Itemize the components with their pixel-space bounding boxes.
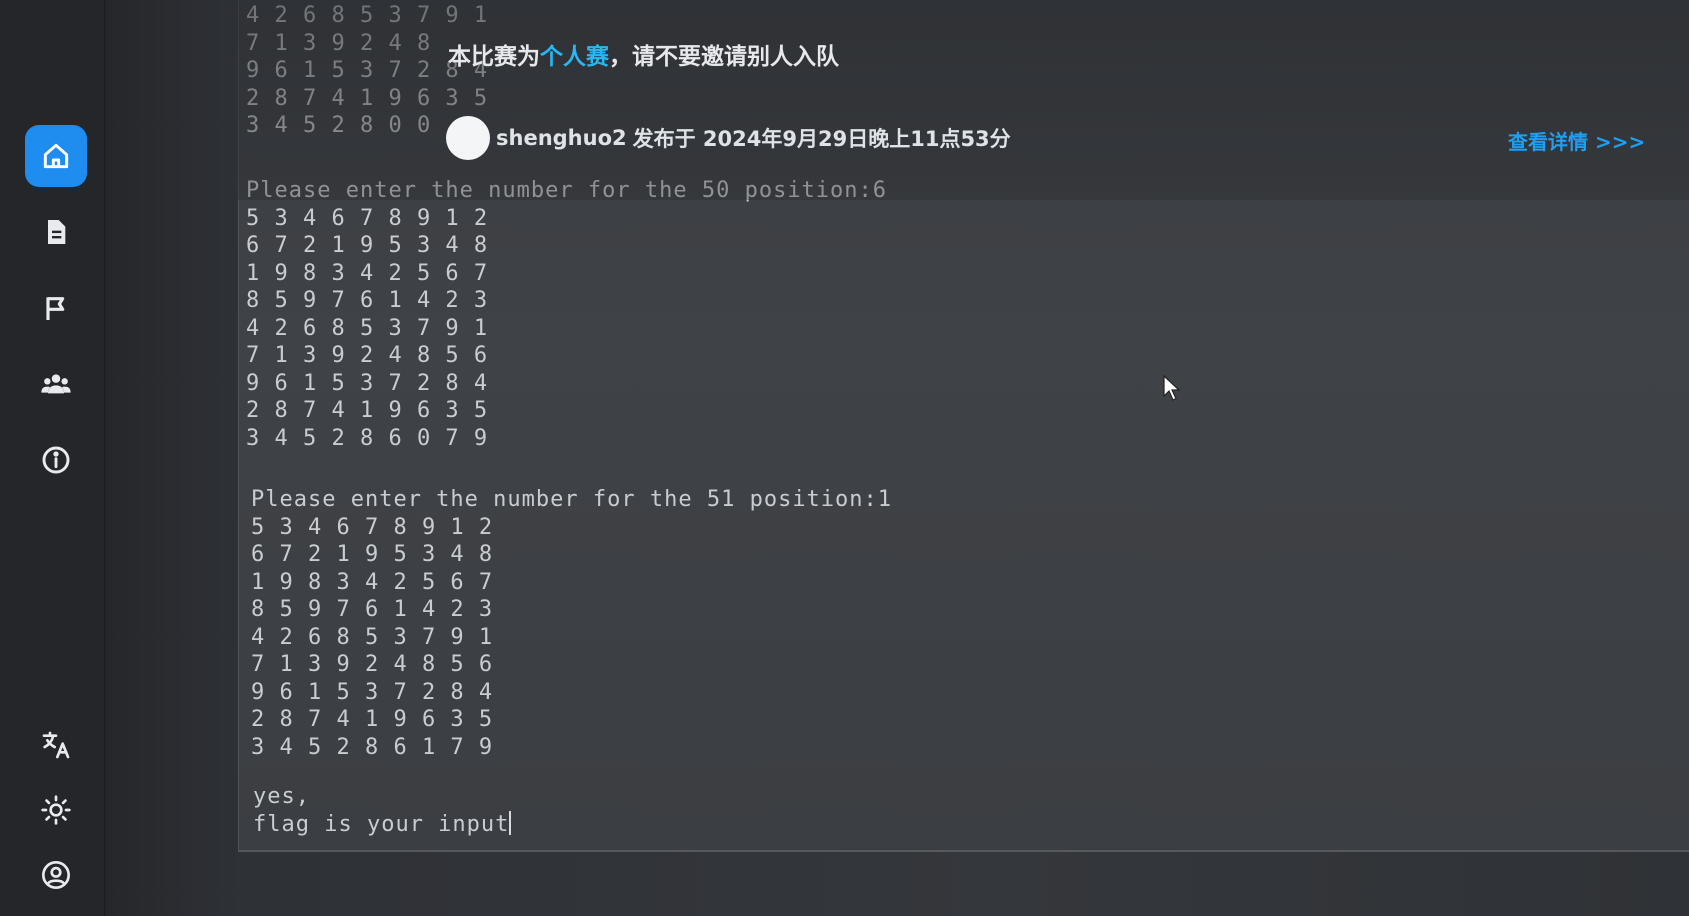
mouse-pointer-icon <box>1163 374 1181 401</box>
terminal-prompt: Please enter the number for the 51 posit… <box>251 487 893 512</box>
result-text: flag is your input <box>253 811 510 837</box>
profile-button[interactable] <box>25 844 87 906</box>
terminal-line: 2 8 7 4 1 9 6 3 5 <box>246 85 489 111</box>
user-circle-icon <box>42 861 70 889</box>
announcement-author: shenghuo2 <box>496 126 627 150</box>
sudoku-row: 9 6 1 5 3 7 2 8 4 <box>246 370 489 396</box>
sudoku-row: 3 4 5 2 8 6 0 7 9 <box>246 425 489 451</box>
translate-icon <box>42 731 70 759</box>
announcement-suffix: ，请不要邀请别人入队 <box>609 44 839 70</box>
theme-button[interactable] <box>25 779 87 841</box>
sudoku-row: 2 8 7 4 1 9 6 3 5 <box>251 707 494 732</box>
home-icon <box>43 143 69 169</box>
sidebar-item-home[interactable] <box>25 125 87 187</box>
sudoku-row: 6 7 2 1 9 5 3 4 8 <box>251 542 494 567</box>
sudoku-row: 4 2 6 8 5 3 7 9 1 <box>246 315 489 341</box>
sudoku-row: 7 1 3 9 2 4 8 5 6 <box>246 343 489 368</box>
terminal-line: 4 2 6 8 5 3 7 9 1 <box>246 3 489 28</box>
view-details-link[interactable]: 查看详情 >>> <box>1508 126 1645 155</box>
sudoku-row: 2 8 7 4 1 9 6 3 5 <box>246 398 489 423</box>
sudoku-row: 3 4 5 2 8 6 1 7 9 <box>251 734 494 760</box>
sudoku-row: 1 9 8 3 4 2 5 6 7 <box>251 569 494 595</box>
sun-icon <box>41 795 71 825</box>
sidebar-item-about[interactable] <box>25 429 87 491</box>
users-icon <box>41 374 71 394</box>
sidebar-item-documents[interactable] <box>25 201 87 263</box>
sudoku-row: 4 2 6 8 5 3 7 9 1 <box>251 624 494 650</box>
announcement-text: 本比赛为个人赛，请不要邀请别人入队 <box>448 37 839 71</box>
announcement-posted-time: 发布于 2024年9月29日晚上11点53分 <box>632 127 1011 151</box>
sidebar-item-challenges[interactable] <box>25 277 87 339</box>
info-icon <box>42 446 70 474</box>
document-icon <box>48 220 66 244</box>
text-caret <box>509 810 512 835</box>
sudoku-row: 5 3 4 6 7 8 9 1 2 <box>246 205 489 231</box>
sudoku-row: 9 6 1 5 3 7 2 8 4 <box>251 679 494 705</box>
sudoku-row: 1 9 8 3 4 2 5 6 7 <box>246 260 489 286</box>
sudoku-row: 7 1 3 9 2 4 8 5 6 <box>251 652 494 677</box>
terminal-section-50: Please enter the number for the 50 posit… <box>246 177 887 452</box>
sudoku-row: 8 5 9 7 6 1 4 2 3 <box>251 597 494 622</box>
announcement-meta: shenghuo2 发布于 2024年9月29日晚上11点53分 <box>446 116 1011 160</box>
sudoku-row: 8 5 9 7 6 1 4 2 3 <box>246 288 489 313</box>
flag-icon <box>46 297 65 320</box>
announcement-prefix: 本比赛为 <box>448 44 540 70</box>
screen: 4 2 6 8 5 3 7 9 17 1 3 9 2 4 89 6 1 5 3 … <box>0 0 1689 916</box>
terminal-result: yes, flag is your input <box>253 783 512 839</box>
result-line-input[interactable]: flag is your input <box>253 810 512 839</box>
sudoku-row: 6 7 2 1 9 5 3 4 8 <box>246 233 489 258</box>
avatar <box>446 116 490 160</box>
terminal-prompt: Please enter the number for the 50 posit… <box>246 178 888 203</box>
result-line: yes, <box>253 784 310 809</box>
announcement-highlight: 个人赛 <box>540 44 609 70</box>
sudoku-row: 5 3 4 6 7 8 9 1 2 <box>251 514 494 540</box>
terminal-section-51: Please enter the number for the 51 posit… <box>251 486 892 761</box>
language-button[interactable] <box>25 714 87 776</box>
sidebar-item-teams[interactable] <box>25 353 87 415</box>
sidebar <box>0 0 105 916</box>
